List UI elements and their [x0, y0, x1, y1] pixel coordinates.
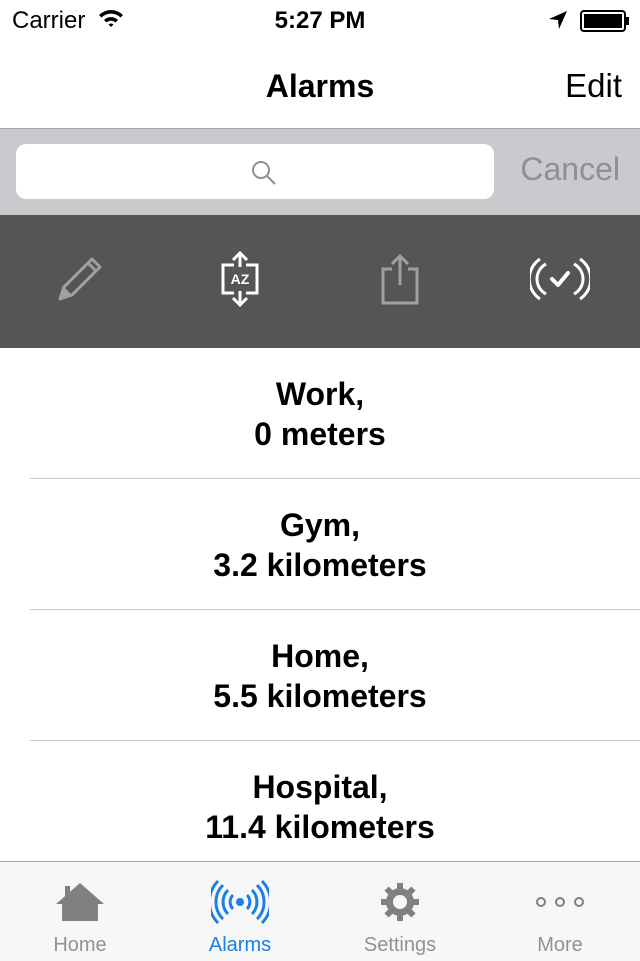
- cancel-button[interactable]: Cancel: [520, 151, 620, 188]
- list-item[interactable]: Home, 5.5 kilometers: [0, 610, 640, 741]
- sort-button[interactable]: AZ: [200, 250, 280, 312]
- status-time: 5:27 PM: [274, 7, 366, 34]
- alarm-distance: 3.2 kilometers: [213, 546, 427, 583]
- pencil-icon: [54, 253, 106, 310]
- search-icon: [250, 159, 278, 192]
- edit-button[interactable]: Edit: [565, 67, 622, 105]
- alarm-distance: 11.4 kilometers: [205, 808, 435, 845]
- gear-icon: [320, 878, 480, 926]
- more-dots-icon: [480, 878, 640, 926]
- status-bar: Carrier 5:27 PM: [0, 0, 640, 40]
- sort-az-icon: AZ: [220, 250, 260, 312]
- alarm-name: Work,: [275, 375, 365, 412]
- search-bar: Cancel: [0, 129, 640, 215]
- home-icon: [0, 878, 160, 926]
- svg-text:AZ: AZ: [231, 271, 250, 287]
- action-toolbar: AZ: [0, 215, 640, 348]
- tab-label: Home: [53, 934, 107, 956]
- alarm-list: Work, 0 meters Gym, 3.2 kilometers Home,…: [0, 348, 640, 872]
- toggle-alarms-button[interactable]: [520, 251, 600, 311]
- share-button[interactable]: [360, 251, 440, 311]
- location-arrow-icon: [548, 10, 568, 35]
- list-item[interactable]: Gym, 3.2 kilometers: [0, 479, 640, 610]
- alarm-distance: 0 meters: [254, 415, 386, 452]
- tab-bar: Home Alarms Settings More: [0, 861, 640, 961]
- battery-icon: [580, 10, 630, 37]
- alarm-distance: 5.5 kilometers: [213, 677, 427, 714]
- list-item[interactable]: Hospital, 11.4 kilometers: [0, 741, 640, 872]
- share-icon: [380, 253, 420, 310]
- list-item[interactable]: Work, 0 meters: [0, 348, 640, 479]
- radio-waves-icon: [160, 878, 320, 926]
- navigation-bar: Alarms Edit: [0, 40, 640, 129]
- tab-home[interactable]: Home: [0, 862, 160, 961]
- tab-more[interactable]: More: [480, 862, 640, 961]
- alarm-check-icon: [527, 255, 593, 308]
- tab-alarms[interactable]: Alarms: [160, 862, 320, 961]
- alarm-name: Hospital,: [252, 768, 388, 805]
- tab-settings[interactable]: Settings: [320, 862, 480, 961]
- alarm-name: Home,: [271, 637, 369, 674]
- search-input[interactable]: [16, 144, 494, 199]
- edit-tool-button[interactable]: [40, 251, 120, 311]
- tab-label: More: [537, 934, 583, 956]
- page-title: Alarms: [265, 68, 375, 104]
- tab-label: Alarms: [208, 934, 272, 956]
- tab-label: Settings: [363, 934, 437, 956]
- alarm-name: Gym,: [279, 506, 361, 543]
